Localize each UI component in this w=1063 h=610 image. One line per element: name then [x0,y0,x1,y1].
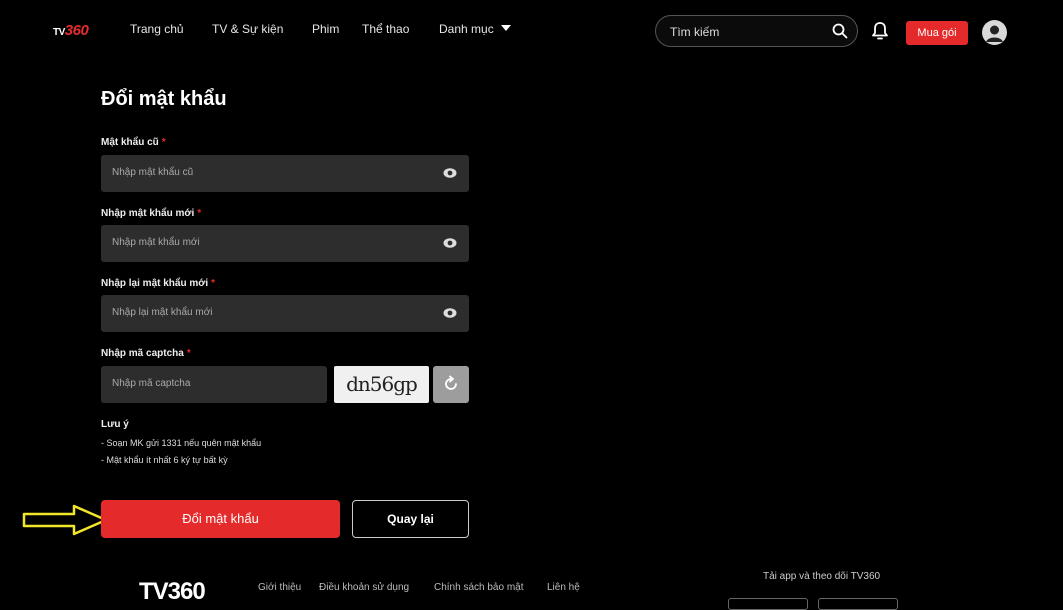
nav-sports[interactable]: Thể thao [362,22,409,36]
eye-icon[interactable] [443,167,457,179]
nav-tv-events[interactable]: TV & Sự kiện [212,22,283,36]
google-play-badge[interactable] [818,598,898,610]
note-title: Lưu ý [101,419,129,430]
captcha-field[interactable]: Nhập mã captcha [101,366,327,403]
note-line: - Mật khẩu ít nhất 6 ký tự bất kỳ [101,455,228,465]
refresh-icon [445,375,457,390]
search-box[interactable]: Tìm kiếm [655,15,858,47]
logo-number: 360 [64,22,89,39]
buy-package-button[interactable]: Mua gói [906,21,968,45]
search-icon[interactable] [832,23,848,39]
captcha-placeholder: Nhập mã captcha [112,378,191,389]
footer-link-privacy[interactable]: Chính sách bảo mật [434,582,524,593]
refresh-captcha-button[interactable] [433,366,469,403]
bell-icon[interactable] [871,21,889,41]
new-password-field[interactable]: Nhập mật khẩu mới [101,225,469,262]
eye-icon[interactable] [443,237,457,249]
captcha-label-text: Nhập mã captcha [101,348,184,359]
old-password-placeholder: Nhập mật khẩu cũ [112,167,194,178]
arrow-right-icon [22,504,108,536]
page-title: Đổi mật khẩu [101,88,227,110]
caret-down-icon [500,25,511,31]
confirm-password-label: Nhập lại mật khẩu mới * [101,278,215,289]
change-password-button[interactable]: Đổi mật khẩu [101,500,340,538]
footer-app-text: Tải app và theo dõi TV360 [763,571,881,582]
old-password-label: Mật khẩu cũ * [101,137,166,148]
tv360-logo[interactable]: TV 360 [53,22,89,39]
confirm-password-placeholder: Nhập lại mật khẩu mới [112,307,213,318]
logo-tv: TV [53,27,65,38]
required-mark: * [197,208,202,219]
nav-categories-label: Danh mục [439,22,494,36]
captcha-text: dn56gp [346,372,418,396]
old-password-field[interactable]: Nhập mật khẩu cũ [101,155,469,192]
nav-home[interactable]: Trang chủ [130,22,184,36]
new-password-label: Nhập mật khẩu mới * [101,208,201,219]
eye-icon[interactable] [443,307,457,319]
captcha-image: dn56gp [334,366,429,403]
nav-movies[interactable]: Phim [312,22,339,36]
new-password-placeholder: Nhập mật khẩu mới [112,237,200,248]
required-mark: * [186,348,191,359]
back-button[interactable]: Quay lại [352,500,469,538]
search-placeholder: Tìm kiếm [670,25,720,39]
required-mark: * [211,278,216,289]
footer-link-terms[interactable]: Điều khoản sử dụng [319,582,409,593]
avatar-icon[interactable] [982,20,1007,45]
captcha-label: Nhập mã captcha * [101,348,191,359]
app-store-badge[interactable] [728,598,808,610]
confirm-password-label-text: Nhập lại mật khẩu mới [101,278,209,289]
note-line: - Soạn MK gửi 1331 nếu quên mật khẩu [101,438,262,448]
footer-link-about[interactable]: Giới thiệu [258,582,301,593]
required-mark: * [161,137,166,148]
footer-link-contact[interactable]: Liên hệ [547,582,580,593]
old-password-label-text: Mật khẩu cũ [101,137,159,148]
confirm-password-field[interactable]: Nhập lại mật khẩu mới [101,295,469,332]
footer-logo[interactable]: TV360 [139,578,206,606]
new-password-label-text: Nhập mật khẩu mới [101,208,195,219]
nav-categories[interactable]: Danh mục [439,22,511,36]
